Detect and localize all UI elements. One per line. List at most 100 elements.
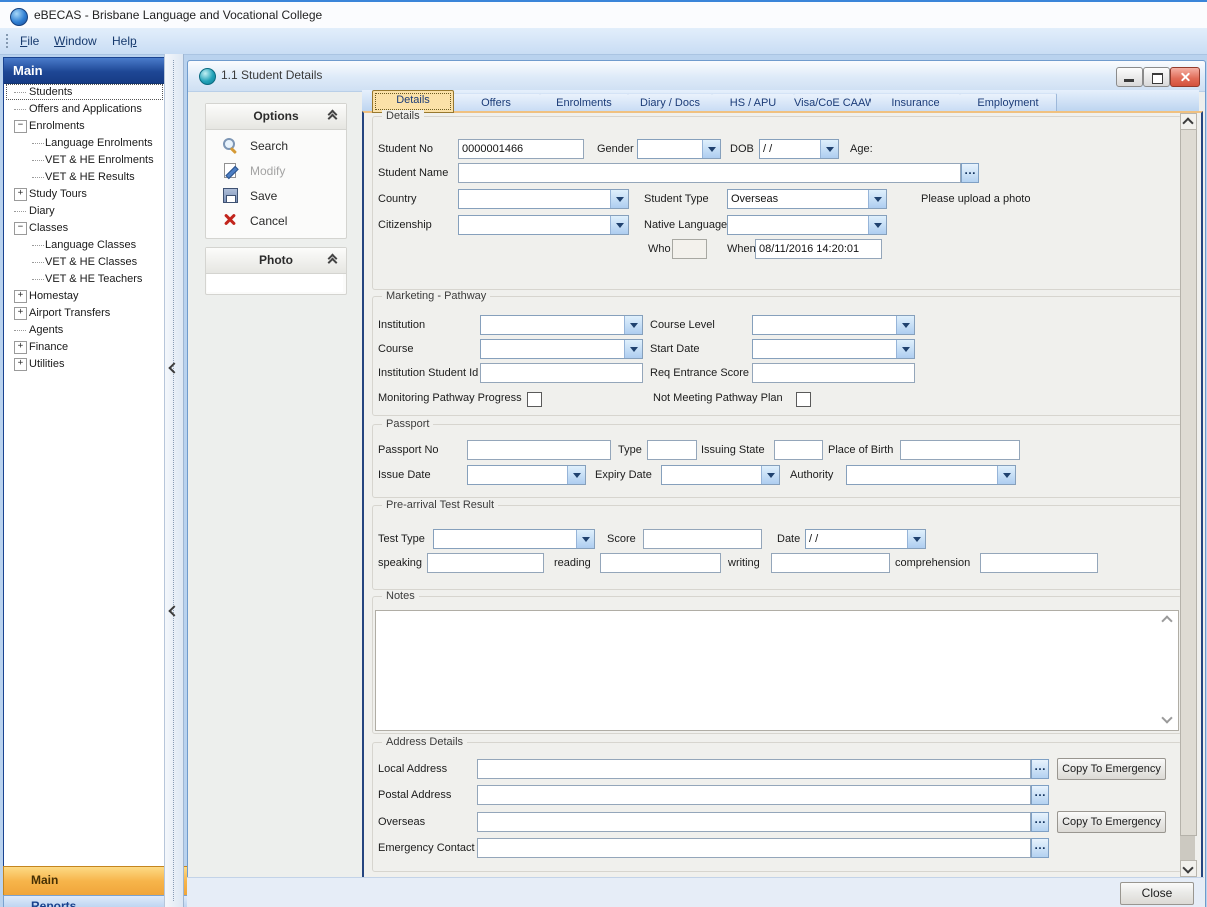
menu-window[interactable]: Window <box>46 28 105 54</box>
cancel-button[interactable]: Cancel <box>222 210 342 232</box>
comprehension-field[interactable] <box>980 553 1098 573</box>
sidebar-item-utilities[interactable]: +Utilities <box>6 356 163 372</box>
copy-overseas-to-emergency-button[interactable]: Copy To Emergency <box>1057 811 1166 833</box>
modify-button[interactable]: Modify <box>222 160 342 182</box>
reading-field[interactable] <box>600 553 721 573</box>
notes-textarea[interactable] <box>375 610 1179 731</box>
when-field[interactable]: 08/11/2016 14:20:01 <box>755 239 882 259</box>
passport-no-field[interactable] <box>467 440 611 460</box>
writing-field[interactable] <box>771 553 890 573</box>
expand-node-icon[interactable]: + <box>14 341 27 354</box>
monitoring-pathway-checkbox[interactable] <box>527 392 542 407</box>
sidebar-item-enrolments[interactable]: −Enrolments <box>6 118 163 134</box>
not-meeting-pathway-checkbox[interactable] <box>796 392 811 407</box>
sidebar-item-classes[interactable]: −Classes <box>6 220 163 236</box>
collapse-left-icon[interactable] <box>170 359 178 367</box>
student-name-field[interactable] <box>458 163 961 183</box>
expand-node-icon[interactable]: + <box>14 358 27 371</box>
search-button[interactable]: Search <box>222 135 342 157</box>
dropdown-arrow-icon[interactable] <box>624 316 642 334</box>
tab-enrolments[interactable]: Enrolments <box>540 93 629 112</box>
dropdown-arrow-icon[interactable] <box>761 466 779 484</box>
dropdown-arrow-icon[interactable] <box>868 216 886 234</box>
collapse-node-icon[interactable]: − <box>14 120 27 133</box>
sidebar-splitter[interactable] <box>164 54 184 907</box>
student-name-browse-button[interactable]: … <box>961 163 979 183</box>
gender-combo[interactable] <box>637 139 721 159</box>
test-type-combo[interactable] <box>433 529 595 549</box>
citizenship-combo[interactable] <box>458 215 629 235</box>
student-type-combo[interactable]: Overseas <box>727 189 887 209</box>
tab-visa-coe-caaw[interactable]: Visa/CoE CAAW <box>794 93 872 112</box>
sidebar-item-vet-he-teachers[interactable]: VET & HE Teachers <box>6 271 163 287</box>
start-date-combo[interactable] <box>752 339 915 359</box>
dob-combo[interactable]: / / <box>759 139 839 159</box>
expiry-date-combo[interactable] <box>661 465 780 485</box>
photo-panel-header[interactable]: Photo <box>206 248 346 274</box>
dropdown-arrow-icon[interactable] <box>997 466 1015 484</box>
menu-file[interactable]: File <box>12 28 47 54</box>
local-address-field[interactable] <box>477 759 1031 779</box>
emergency-contact-field[interactable] <box>477 838 1031 858</box>
save-button[interactable]: Save <box>222 185 342 207</box>
copy-local-to-emergency-button[interactable]: Copy To Emergency <box>1057 758 1166 780</box>
tab-hs-apu[interactable]: HS / APU <box>712 93 795 112</box>
tab-insurance[interactable]: Insurance <box>871 93 961 112</box>
dropdown-arrow-icon[interactable] <box>610 190 628 208</box>
score-field[interactable] <box>643 529 762 549</box>
sidebar-item-language-enrolments[interactable]: Language Enrolments <box>6 135 163 151</box>
scrollbar-up-button[interactable] <box>1180 113 1197 130</box>
student-no-field[interactable]: 0000001466 <box>458 139 584 159</box>
overseas-address-browse-button[interactable]: … <box>1031 812 1049 832</box>
overseas-address-field[interactable] <box>477 812 1031 832</box>
collapse-node-icon[interactable]: − <box>14 222 27 235</box>
postal-address-field[interactable] <box>477 785 1031 805</box>
scrollbar-thumb[interactable] <box>1180 128 1197 836</box>
dropdown-arrow-icon[interactable] <box>868 190 886 208</box>
dropdown-arrow-icon[interactable] <box>820 140 838 158</box>
speaking-field[interactable] <box>427 553 544 573</box>
course-combo[interactable] <box>480 339 643 359</box>
menu-help[interactable]: Help <box>104 28 145 54</box>
dropdown-arrow-icon[interactable] <box>610 216 628 234</box>
dropdown-arrow-icon[interactable] <box>896 316 914 334</box>
test-date-combo[interactable]: / / <box>805 529 926 549</box>
sidebar-item-vet-he-classes[interactable]: VET & HE Classes <box>6 254 163 270</box>
who-field[interactable] <box>672 239 707 259</box>
collapse-left-icon[interactable] <box>170 602 178 610</box>
institution-combo[interactable] <box>480 315 643 335</box>
sidebar-item-study-tours[interactable]: +Study Tours <box>6 186 163 202</box>
postal-address-browse-button[interactable]: … <box>1031 785 1049 805</box>
institution-student-id-field[interactable] <box>480 363 643 383</box>
sidebar-item-airport-transfers[interactable]: +Airport Transfers <box>6 305 163 321</box>
native-language-combo[interactable] <box>727 215 887 235</box>
emergency-contact-browse-button[interactable]: … <box>1031 838 1049 858</box>
menu-grip-handle[interactable] <box>5 33 9 49</box>
tab-employment[interactable]: Employment <box>960 93 1057 112</box>
dropdown-arrow-icon[interactable] <box>576 530 594 548</box>
dropdown-arrow-icon[interactable] <box>907 530 925 548</box>
expand-node-icon[interactable]: + <box>14 188 27 201</box>
sidebar-item-students[interactable]: Students <box>6 84 163 100</box>
tab-diary-docs[interactable]: Diary / Docs <box>628 93 713 112</box>
restore-button[interactable] <box>1143 67 1170 87</box>
options-panel-header[interactable]: Options <box>206 104 346 130</box>
expand-node-icon[interactable]: + <box>14 290 27 303</box>
collapse-chevron-icon[interactable] <box>327 111 337 122</box>
dropdown-arrow-icon[interactable] <box>896 340 914 358</box>
dropdown-arrow-icon[interactable] <box>702 140 720 158</box>
minimize-button[interactable] <box>1116 67 1143 87</box>
scrollbar-down-button[interactable] <box>1180 860 1197 877</box>
authority-combo[interactable] <box>846 465 1016 485</box>
tab-offers[interactable]: Offers <box>452 93 541 112</box>
close-button[interactable]: Close <box>1120 882 1194 905</box>
issuing-state-field[interactable] <box>774 440 823 460</box>
sidebar-item-finance[interactable]: +Finance <box>6 339 163 355</box>
dropdown-arrow-icon[interactable] <box>624 340 642 358</box>
sidebar-item-vet-he-results[interactable]: VET & HE Results <box>6 169 163 185</box>
expand-node-icon[interactable]: + <box>14 307 27 320</box>
place-of-birth-field[interactable] <box>900 440 1020 460</box>
collapse-chevron-icon[interactable] <box>327 255 337 266</box>
passport-type-field[interactable] <box>647 440 697 460</box>
close-window-button[interactable] <box>1170 67 1200 87</box>
